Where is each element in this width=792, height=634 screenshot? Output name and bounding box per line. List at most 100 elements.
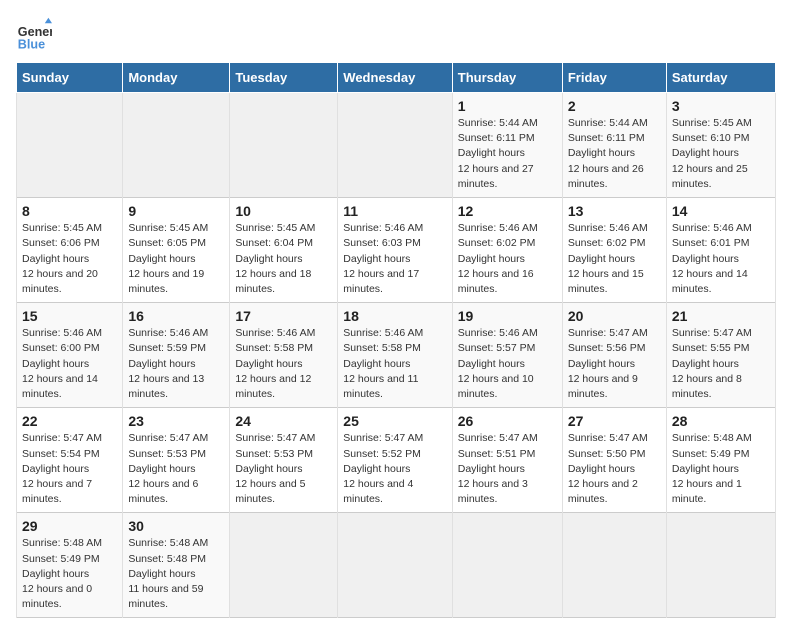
weekday-header-cell: Friday bbox=[562, 63, 666, 93]
day-number: 28 bbox=[672, 413, 770, 429]
day-info: Sunrise: 5:47 AMSunset: 5:55 PMDaylight … bbox=[672, 326, 770, 402]
day-info: Sunrise: 5:46 AMSunset: 6:01 PMDaylight … bbox=[672, 221, 770, 297]
day-info: Sunrise: 5:47 AMSunset: 5:56 PMDaylight … bbox=[568, 326, 661, 402]
day-number: 30 bbox=[128, 518, 224, 534]
calendar-day-cell: 8Sunrise: 5:45 AMSunset: 6:06 PMDaylight… bbox=[17, 198, 123, 303]
calendar-week-row: 22 Sunrise: 5:47 AMSunset: 5:54 PMDayligh… bbox=[17, 408, 776, 513]
day-number: 21 bbox=[672, 308, 770, 324]
svg-text:Blue: Blue bbox=[18, 37, 45, 51]
day-number: 3 bbox=[672, 98, 770, 114]
calendar-day-cell: 26 Sunrise: 5:47 AMSunset: 5:51 PMDayligh… bbox=[452, 408, 562, 513]
calendar-table: SundayMondayTuesdayWednesdayThursdayFrid… bbox=[16, 62, 776, 618]
calendar-day-cell bbox=[666, 513, 775, 618]
day-info: Sunrise: 5:46 AMSunset: 6:02 PMDaylight … bbox=[568, 221, 661, 297]
day-number: 10 bbox=[235, 203, 332, 219]
day-number: 20 bbox=[568, 308, 661, 324]
day-number: 9 bbox=[128, 203, 224, 219]
weekday-header-row: SundayMondayTuesdayWednesdayThursdayFrid… bbox=[17, 63, 776, 93]
calendar-day-cell: 2 Sunrise: 5:44 AMSunset: 6:11 PMDaylight… bbox=[562, 93, 666, 198]
calendar-day-cell: 16 Sunrise: 5:46 AMSunset: 5:59 PMDayligh… bbox=[123, 303, 230, 408]
calendar-day-cell: 22 Sunrise: 5:47 AMSunset: 5:54 PMDayligh… bbox=[17, 408, 123, 513]
day-info: Sunrise: 5:46 AMSunset: 6:02 PMDaylight … bbox=[458, 221, 557, 297]
day-number: 12 bbox=[458, 203, 557, 219]
day-info: Sunrise: 5:48 AMSunset: 5:49 PMDaylight … bbox=[672, 431, 770, 507]
calendar-day-cell bbox=[562, 513, 666, 618]
day-info: Sunrise: 5:45 AMSunset: 6:10 PMDaylight … bbox=[672, 116, 770, 192]
day-number: 17 bbox=[235, 308, 332, 324]
calendar-day-cell bbox=[338, 513, 452, 618]
calendar-day-cell bbox=[123, 93, 230, 198]
day-info: Sunrise: 5:46 AMSunset: 6:00 PMDaylight … bbox=[22, 326, 117, 402]
calendar-day-cell: 15 Sunrise: 5:46 AMSunset: 6:00 PMDayligh… bbox=[17, 303, 123, 408]
calendar-day-cell: 3 Sunrise: 5:45 AMSunset: 6:10 PMDaylight… bbox=[666, 93, 775, 198]
weekday-header-cell: Wednesday bbox=[338, 63, 452, 93]
weekday-header-cell: Tuesday bbox=[230, 63, 338, 93]
weekday-header-cell: Thursday bbox=[452, 63, 562, 93]
header: General Blue bbox=[16, 16, 776, 52]
day-info: Sunrise: 5:45 AMSunset: 6:04 PMDaylight … bbox=[235, 221, 332, 297]
calendar-day-cell: 17 Sunrise: 5:46 AMSunset: 5:58 PMDayligh… bbox=[230, 303, 338, 408]
day-number: 22 bbox=[22, 413, 117, 429]
day-number: 15 bbox=[22, 308, 117, 324]
calendar-day-cell: 25 Sunrise: 5:47 AMSunset: 5:52 PMDayligh… bbox=[338, 408, 452, 513]
calendar-day-cell: 13 Sunrise: 5:46 AMSunset: 6:02 PMDayligh… bbox=[562, 198, 666, 303]
day-info: Sunrise: 5:46 AMSunset: 5:58 PMDaylight … bbox=[343, 326, 446, 402]
calendar-day-cell: 24Sunrise: 5:47 AMSunset: 5:53 PMDayligh… bbox=[230, 408, 338, 513]
day-info: Sunrise: 5:44 AMSunset: 6:11 PMDaylight … bbox=[568, 116, 661, 192]
day-info: Sunrise: 5:47 AMSunset: 5:50 PMDaylight … bbox=[568, 431, 661, 507]
day-info: Sunrise: 5:46 AMSunset: 5:58 PMDaylight … bbox=[235, 326, 332, 402]
day-number: 13 bbox=[568, 203, 661, 219]
calendar-day-cell: 10 Sunrise: 5:45 AMSunset: 6:04 PMDayligh… bbox=[230, 198, 338, 303]
calendar-day-cell: 9 Sunrise: 5:45 AMSunset: 6:05 PMDaylight… bbox=[123, 198, 230, 303]
calendar-week-row: 1 Sunrise: 5:44 AMSunset: 6:11 PMDaylight… bbox=[17, 93, 776, 198]
day-number: 14 bbox=[672, 203, 770, 219]
weekday-header-cell: Sunday bbox=[17, 63, 123, 93]
calendar-day-cell: 1 Sunrise: 5:44 AMSunset: 6:11 PMDaylight… bbox=[452, 93, 562, 198]
day-info: Sunrise: 5:47 AMSunset: 5:51 PMDaylight … bbox=[458, 431, 557, 507]
day-number: 26 bbox=[458, 413, 557, 429]
calendar-day-cell: 14 Sunrise: 5:46 AMSunset: 6:01 PMDayligh… bbox=[666, 198, 775, 303]
calendar-body: 1 Sunrise: 5:44 AMSunset: 6:11 PMDaylight… bbox=[17, 93, 776, 618]
day-info: Sunrise: 5:45 AMSunset: 6:05 PMDaylight … bbox=[128, 221, 224, 297]
day-info: Sunrise: 5:48 AMSunset: 5:48 PMDaylight … bbox=[128, 536, 224, 612]
day-info: Sunrise: 5:47 AMSunset: 5:54 PMDaylight … bbox=[22, 431, 117, 507]
calendar-day-cell: 29 Sunrise: 5:48 AMSunset: 5:49 PMDayligh… bbox=[17, 513, 123, 618]
calendar-day-cell: 18 Sunrise: 5:46 AMSunset: 5:58 PMDayligh… bbox=[338, 303, 452, 408]
calendar-day-cell bbox=[338, 93, 452, 198]
calendar-day-cell: 12 Sunrise: 5:46 AMSunset: 6:02 PMDayligh… bbox=[452, 198, 562, 303]
day-number: 19 bbox=[458, 308, 557, 324]
weekday-header-cell: Monday bbox=[123, 63, 230, 93]
day-number: 24 bbox=[235, 413, 332, 429]
calendar-day-cell: 21 Sunrise: 5:47 AMSunset: 5:55 PMDayligh… bbox=[666, 303, 775, 408]
day-number: 23 bbox=[128, 413, 224, 429]
day-number: 25 bbox=[343, 413, 446, 429]
logo-icon: General Blue bbox=[16, 16, 52, 52]
day-info: Sunrise: 5:48 AMSunset: 5:49 PMDaylight … bbox=[22, 536, 117, 612]
calendar-day-cell: 23 Sunrise: 5:47 AMSunset: 5:53 PMDayligh… bbox=[123, 408, 230, 513]
day-number: 2 bbox=[568, 98, 661, 114]
day-number: 29 bbox=[22, 518, 117, 534]
calendar-day-cell bbox=[17, 93, 123, 198]
calendar-day-cell bbox=[452, 513, 562, 618]
calendar-week-row: 29 Sunrise: 5:48 AMSunset: 5:49 PMDayligh… bbox=[17, 513, 776, 618]
calendar-week-row: 8Sunrise: 5:45 AMSunset: 6:06 PMDaylight… bbox=[17, 198, 776, 303]
day-info: Sunrise: 5:47 AMSunset: 5:53 PMDaylight … bbox=[128, 431, 224, 507]
day-info: Sunrise: 5:46 AMSunset: 5:57 PMDaylight … bbox=[458, 326, 557, 402]
day-number: 18 bbox=[343, 308, 446, 324]
day-number: 1 bbox=[458, 98, 557, 114]
day-info: Sunrise: 5:44 AMSunset: 6:11 PMDaylight … bbox=[458, 116, 557, 192]
calendar-day-cell: 30 Sunrise: 5:48 AMSunset: 5:48 PMDayligh… bbox=[123, 513, 230, 618]
calendar-day-cell: 28 Sunrise: 5:48 AMSunset: 5:49 PMDayligh… bbox=[666, 408, 775, 513]
weekday-header-cell: Saturday bbox=[666, 63, 775, 93]
day-number: 16 bbox=[128, 308, 224, 324]
calendar-week-row: 15 Sunrise: 5:46 AMSunset: 6:00 PMDayligh… bbox=[17, 303, 776, 408]
calendar-day-cell bbox=[230, 93, 338, 198]
day-info: Sunrise: 5:46 AMSunset: 5:59 PMDaylight … bbox=[128, 326, 224, 402]
day-number: 8 bbox=[22, 203, 117, 219]
calendar-day-cell: 11 Sunrise: 5:46 AMSunset: 6:03 PMDayligh… bbox=[338, 198, 452, 303]
calendar-day-cell bbox=[230, 513, 338, 618]
day-info: Sunrise: 5:46 AMSunset: 6:03 PMDaylight … bbox=[343, 221, 446, 297]
day-info: Sunrise: 5:47 AMSunset: 5:52 PMDaylight … bbox=[343, 431, 446, 507]
day-number: 11 bbox=[343, 203, 446, 219]
calendar-day-cell: 20 Sunrise: 5:47 AMSunset: 5:56 PMDayligh… bbox=[562, 303, 666, 408]
